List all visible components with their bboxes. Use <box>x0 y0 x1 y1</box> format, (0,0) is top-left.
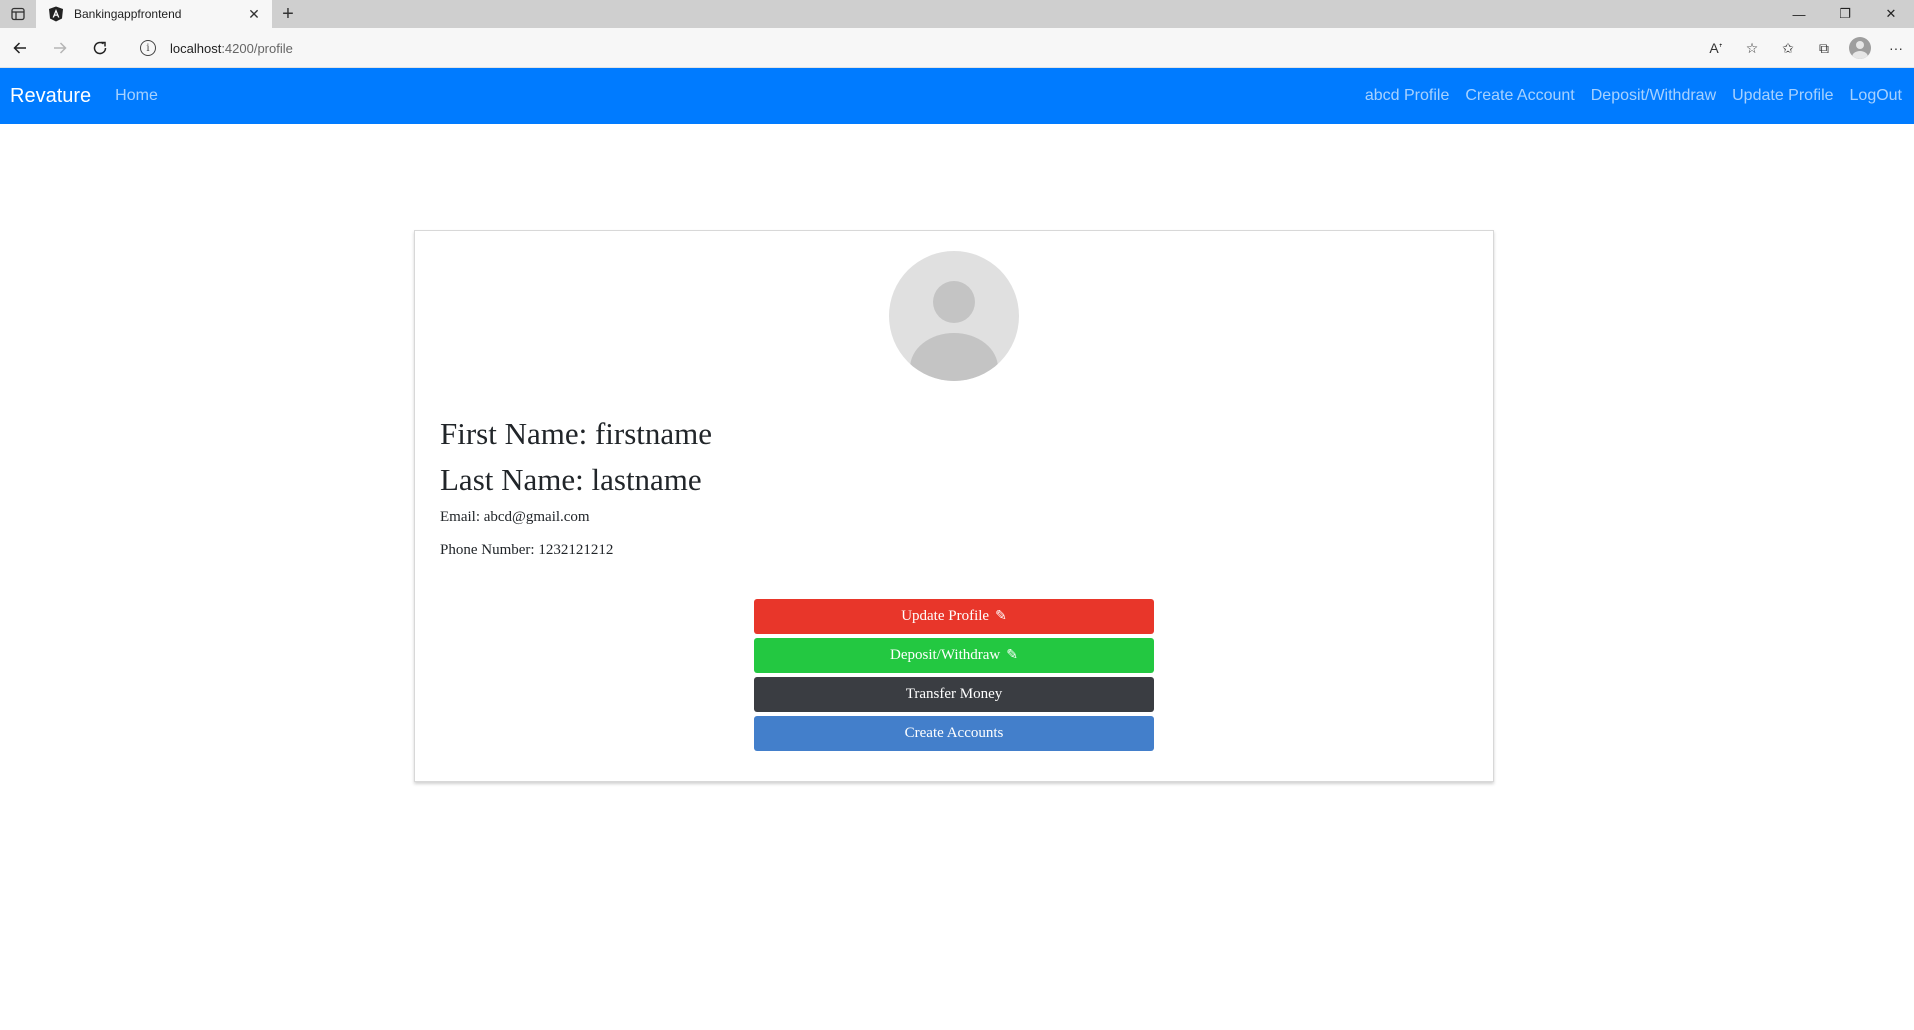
browser-toolbar: Aꜛ ☆ ✩ ⧉ ··· <box>1698 28 1914 68</box>
last-name: Last Name: lastname <box>440 462 702 497</box>
browser-address-bar: i localhost:4200/profile Aꜛ ☆ ✩ ⧉ ··· <box>0 28 1914 68</box>
new-tab-icon[interactable]: + <box>272 0 304 28</box>
deposit-withdraw-button[interactable]: Deposit/Withdraw ✎ <box>754 638 1154 673</box>
more-options-icon[interactable]: ··· <box>1878 28 1914 68</box>
profile-card: First Name: firstname Last Name: lastnam… <box>414 230 1494 782</box>
navbar-right-links: abcd Profile Create Account Deposit/With… <box>1365 68 1902 124</box>
action-buttons: Update Profile ✎ Deposit/Withdraw ✎ Tran… <box>754 599 1154 755</box>
pencil-icon: ✎ <box>995 609 1007 624</box>
tab-title: Bankingappfrontend <box>74 7 182 21</box>
nav-create-account[interactable]: Create Account <box>1465 87 1574 105</box>
deposit-withdraw-label: Deposit/Withdraw <box>890 647 1001 663</box>
nav-deposit-withdraw[interactable]: Deposit/Withdraw <box>1591 87 1716 105</box>
collections-icon[interactable]: ⧉ <box>1806 28 1842 68</box>
nav-update-profile[interactable]: Update Profile <box>1732 87 1833 105</box>
close-tab-icon[interactable]: ✕ <box>246 6 262 22</box>
profile-info: First Name: firstname Last Name: lastnam… <box>440 411 712 559</box>
nav-home[interactable]: Home <box>115 87 158 105</box>
window-close-icon[interactable]: ✕ <box>1868 0 1914 28</box>
nav-profile[interactable]: abcd Profile <box>1365 87 1450 105</box>
window-controls: — ❐ ✕ <box>1776 0 1914 28</box>
minimize-icon[interactable]: — <box>1776 0 1822 28</box>
refresh-icon[interactable] <box>80 28 120 68</box>
first-name: First Name: firstname <box>440 416 713 451</box>
browser-tab[interactable]: Bankingappfrontend ✕ <box>36 0 272 28</box>
update-profile-label: Update Profile <box>901 608 990 624</box>
angular-icon <box>48 6 64 22</box>
phone-number: Phone Number: 1232121212 <box>440 542 614 558</box>
site-info-icon[interactable]: i <box>140 40 156 56</box>
avatar <box>889 251 1019 381</box>
restore-icon[interactable]: ❐ <box>1822 0 1868 28</box>
app-navbar: Revature Home abcd Profile Create Accoun… <box>0 68 1914 124</box>
add-favorite-icon[interactable]: ☆ <box>1734 28 1770 68</box>
url-path: :4200/profile <box>221 40 293 56</box>
brand-logo[interactable]: Revature <box>10 85 91 108</box>
create-accounts-label: Create Accounts <box>904 725 1004 741</box>
browser-tab-bar: Bankingappfrontend ✕ + — ❐ ✕ <box>0 0 1914 28</box>
read-aloud-icon[interactable]: Aꜛ <box>1698 28 1734 68</box>
forward-icon[interactable] <box>40 28 80 68</box>
profile-avatar[interactable] <box>1842 28 1878 68</box>
tab-actions-menu-icon[interactable] <box>0 0 36 28</box>
transfer-money-button[interactable]: Transfer Money <box>754 677 1154 712</box>
back-icon[interactable] <box>0 28 40 68</box>
favorites-icon[interactable]: ✩ <box>1770 28 1806 68</box>
create-accounts-button[interactable]: Create Accounts <box>754 716 1154 751</box>
pencil-icon: ✎ <box>1006 648 1018 663</box>
update-profile-button[interactable]: Update Profile ✎ <box>754 599 1154 634</box>
url-host: localhost <box>170 40 222 56</box>
url-field[interactable]: i localhost:4200/profile <box>140 34 1634 62</box>
nav-logout[interactable]: LogOut <box>1850 87 1902 105</box>
email: Email: abcd@gmail.com <box>440 509 590 525</box>
transfer-money-label: Transfer Money <box>905 686 1003 702</box>
